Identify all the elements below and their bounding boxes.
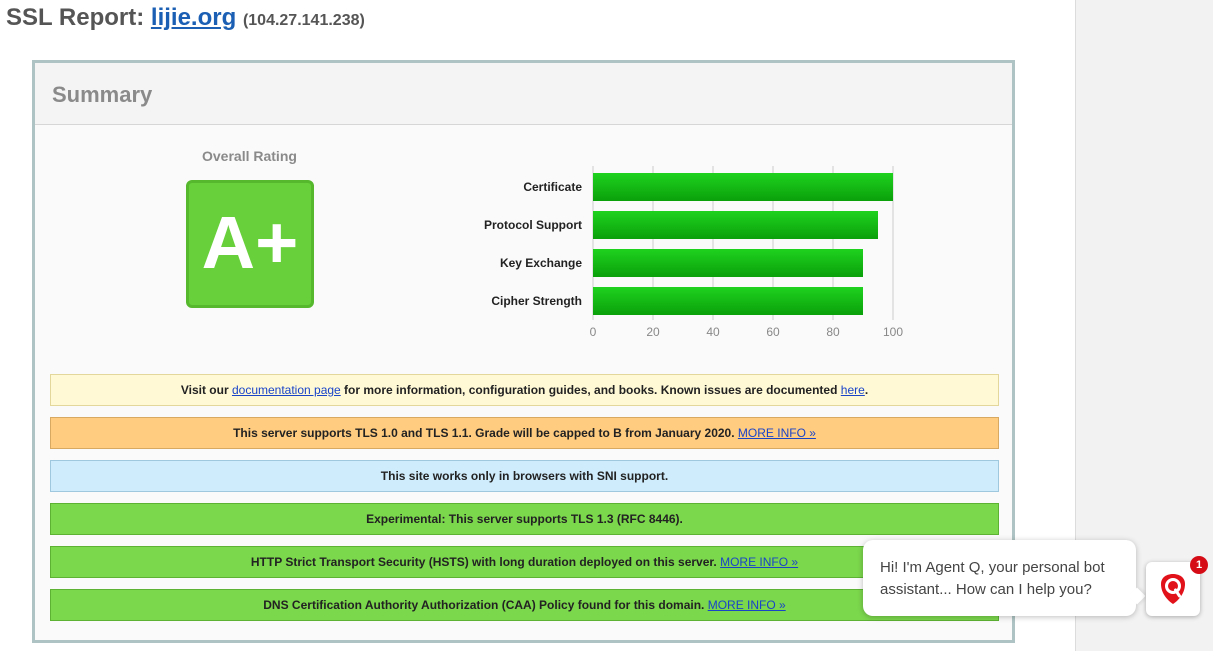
- report-title-prefix: SSL Report:: [6, 4, 151, 31]
- tls-more-info-link[interactable]: MORE INFO »: [738, 426, 816, 440]
- bar-cipher-strength: [593, 287, 863, 315]
- qualys-shield-icon: [1161, 574, 1185, 604]
- tls13-text: Experimental: This server supports TLS 1…: [366, 512, 683, 526]
- category-label: Cipher Strength: [491, 294, 582, 308]
- domain-link[interactable]: lijie.org: [151, 4, 236, 31]
- category-label: Key Exchange: [500, 256, 582, 270]
- hsts-more-info-link[interactable]: MORE INFO »: [720, 555, 798, 569]
- x-tick-label: 60: [766, 325, 780, 339]
- documentation-page-link[interactable]: documentation page: [232, 383, 341, 397]
- overall-rating-label: Overall Rating: [202, 148, 297, 164]
- score-bar-chart: Certificate Protocol Support Key Exchange C…: [484, 166, 903, 339]
- category-label: Certificate: [523, 180, 582, 194]
- caa-notice: DNS Certification Authority Authorizatio…: [50, 589, 999, 621]
- hsts-notice: HTTP Strict Transport Security (HSTS) wi…: [50, 546, 999, 578]
- caa-more-info-link[interactable]: MORE INFO »: [708, 598, 786, 612]
- documentation-notice: Visit our documentation page for more in…: [50, 374, 999, 406]
- known-issues-link[interactable]: here: [841, 383, 865, 397]
- bar-key-exchange: [593, 249, 863, 277]
- sni-notice: This site works only in browsers with SN…: [50, 460, 999, 492]
- doc-text-middle: for more information, configuration guid…: [340, 383, 841, 397]
- tls13-notice: Experimental: This server supports TLS 1…: [50, 503, 999, 535]
- caa-text: DNS Certification Authority Authorizatio…: [263, 598, 708, 612]
- ip-address: (104.27.141.238): [242, 12, 365, 29]
- chat-message: Hi! I'm Agent Q, your personal bot assis…: [880, 559, 1105, 598]
- bar-certificate: [593, 173, 893, 201]
- tls-legacy-notice: This server supports TLS 1.0 and TLS 1.1…: [50, 417, 999, 449]
- doc-text-before: Visit our: [180, 383, 232, 397]
- x-tick-label: 40: [706, 325, 720, 339]
- x-tick-label: 0: [590, 325, 597, 339]
- hsts-text: HTTP Strict Transport Security (HSTS) wi…: [250, 555, 721, 569]
- tls-legacy-text: This server supports TLS 1.0 and TLS 1.1…: [233, 426, 738, 440]
- x-tick-label: 100: [883, 325, 903, 339]
- report-title: SSL Report: lijie.org (104.27.141.238): [6, 4, 365, 32]
- chat-bubble[interactable]: Hi! I'm Agent Q, your personal bot assis…: [863, 540, 1136, 616]
- bar-protocol-support: [593, 211, 878, 239]
- notification-badge: 1: [1190, 556, 1208, 574]
- sni-text: This site works only in browsers with SN…: [380, 469, 669, 483]
- grade-badge: A+: [186, 180, 314, 308]
- summary-heading: Summary: [35, 63, 1012, 125]
- doc-text-after: .: [864, 383, 869, 397]
- x-tick-label: 20: [646, 325, 660, 339]
- x-tick-label: 80: [826, 325, 840, 339]
- category-label: Protocol Support: [484, 218, 582, 232]
